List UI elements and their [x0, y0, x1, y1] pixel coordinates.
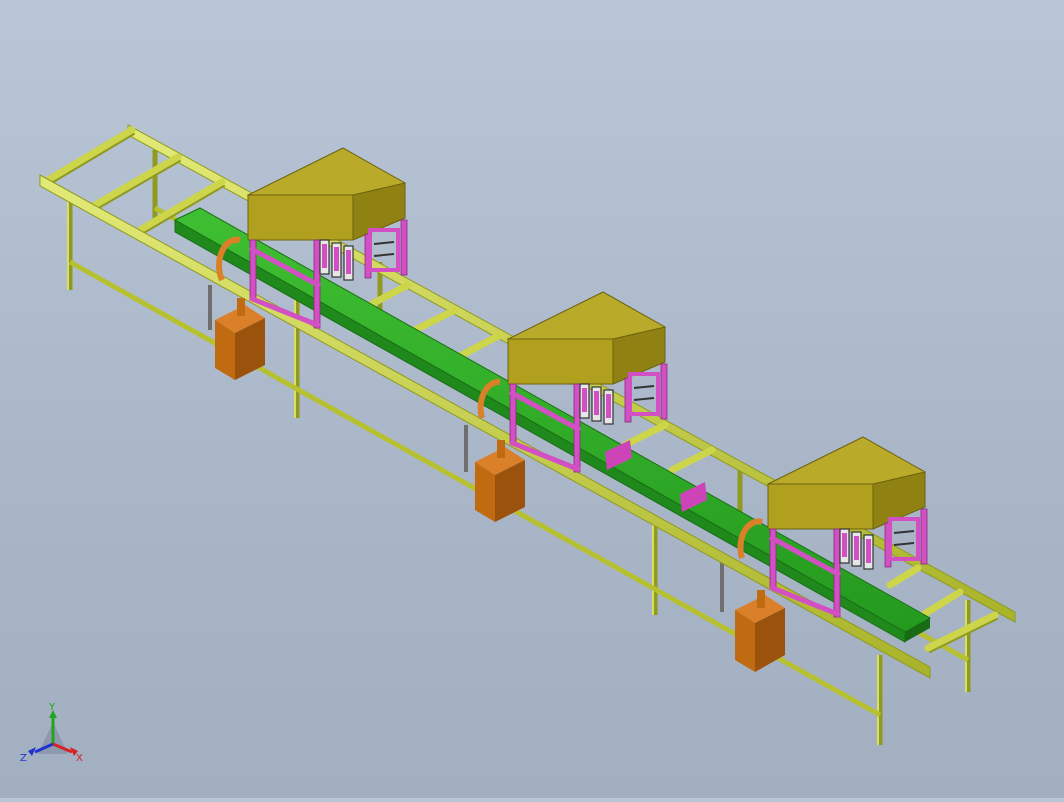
station-clamp-insert	[346, 250, 351, 274]
cad-viewport[interactable]: Y X Z	[0, 0, 1064, 798]
station-side-detail	[893, 542, 915, 546]
station-clamp-insert	[594, 391, 599, 415]
processing-stations	[246, 147, 928, 618]
conveyor-assembly-model[interactable]	[0, 0, 1064, 798]
station-side-detail	[633, 397, 655, 401]
station-housing-front	[767, 483, 874, 530]
station-clamp-insert	[866, 539, 871, 563]
station-side-detail	[373, 253, 395, 257]
station-side-detail	[893, 530, 915, 534]
motor-1	[215, 298, 265, 380]
station-side-detail	[373, 241, 395, 245]
station-housing-front	[507, 338, 614, 385]
x-axis-label: X	[76, 753, 83, 764]
station-frame-leg	[400, 219, 408, 276]
station-clamp-insert	[334, 247, 339, 271]
motor-2	[475, 440, 525, 522]
orientation-triad-icon[interactable]: Y X Z	[18, 702, 88, 772]
station-clamp-insert	[854, 536, 859, 560]
workpiece-beam	[173, 207, 932, 643]
station-frame-leg	[920, 508, 928, 565]
station-side-detail	[633, 385, 655, 389]
rail-front	[39, 174, 931, 679]
station-frame-leg	[660, 363, 668, 420]
station-housing-front	[247, 194, 354, 241]
station-clamp-insert	[606, 394, 611, 418]
station-clamp-insert	[842, 533, 847, 557]
station-clamp-insert	[322, 244, 327, 268]
y-axis-label: Y	[48, 702, 56, 713]
z-axis-label: Z	[20, 753, 27, 764]
station-clamp-insert	[582, 388, 587, 412]
